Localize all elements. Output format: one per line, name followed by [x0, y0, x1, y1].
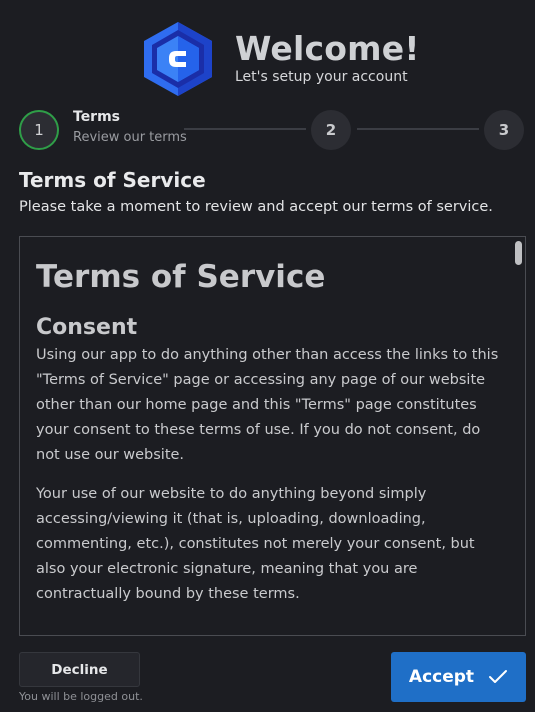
step-1-circle[interactable]: 1: [19, 110, 59, 150]
section-description: Please take a moment to review and accep…: [19, 199, 493, 215]
step-2-circle[interactable]: 2: [311, 110, 351, 150]
terms-paragraph: Using our app to do anything other than …: [36, 347, 499, 463]
accept-button-label: Accept: [408, 667, 475, 687]
step-connector-1: [184, 128, 306, 130]
step-1-title: Terms: [73, 109, 121, 125]
step-3-circle[interactable]: 3: [484, 110, 524, 150]
section-title: Terms of Service: [19, 168, 206, 192]
hexagon-c-logo-icon: [144, 22, 212, 96]
accept-button[interactable]: Accept: [391, 652, 526, 702]
step-connector-2: [357, 128, 479, 130]
decline-button[interactable]: Decline: [19, 652, 140, 687]
terms-subheading: Consent: [36, 315, 138, 340]
terms-paragraph: Your use of our website to do anything b…: [36, 486, 475, 602]
page-title: Welcome!: [235, 29, 420, 68]
check-icon: [489, 670, 508, 683]
terms-content: Terms of Service Consent Using our app t…: [36, 255, 506, 607]
step-1-description: Review our terms: [73, 130, 187, 145]
terms-scroll-area[interactable]: Terms of Service Consent Using our app t…: [19, 236, 526, 636]
setup-page: Welcome! Let's setup your account 1 Term…: [0, 0, 535, 712]
terms-heading: Terms of Service: [36, 259, 326, 295]
header: Welcome! Let's setup your account: [0, 20, 535, 100]
page-subtitle: Let's setup your account: [235, 69, 408, 85]
scrollbar-thumb[interactable]: [515, 241, 522, 265]
stepper: 1 Terms Review our terms 2 3: [0, 108, 535, 152]
decline-note: You will be logged out.: [19, 690, 143, 703]
